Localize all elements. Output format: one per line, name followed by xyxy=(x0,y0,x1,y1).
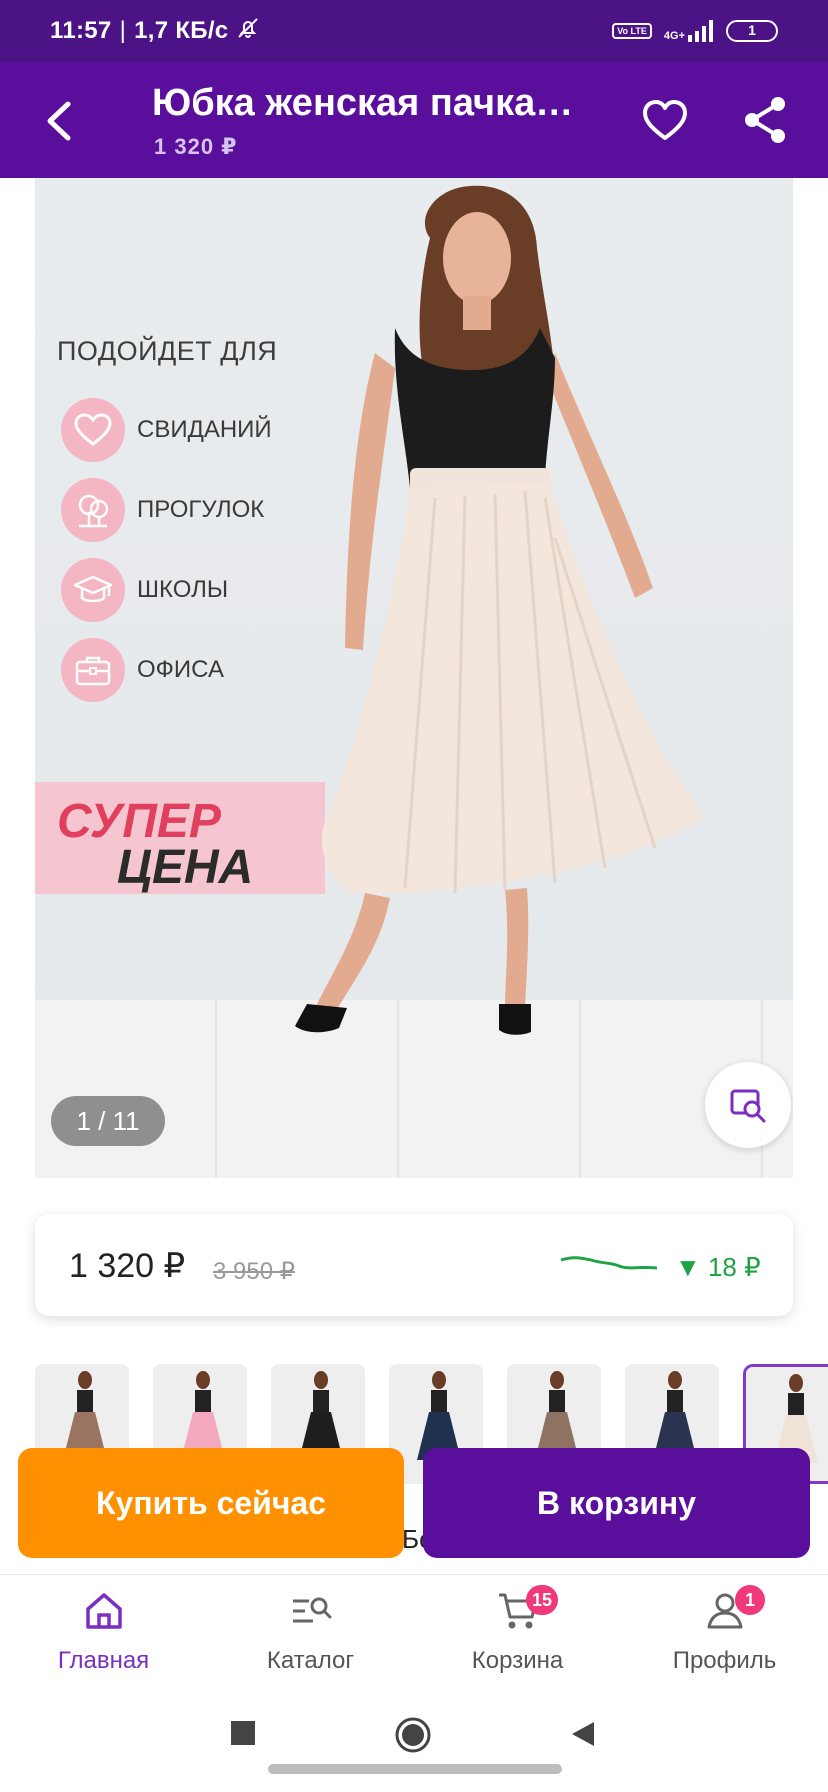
share-icon xyxy=(745,97,785,143)
battery-indicator: 1 xyxy=(726,20,778,42)
model-photo xyxy=(295,185,705,1035)
nav-item-home[interactable]: Главная xyxy=(0,1575,207,1693)
suitable-item-label: ШКОЛЫ xyxy=(137,576,229,603)
product-screen: 11:57 | 1,7 КБ/с Vo LTE 4G+ 1 Юбка женск… xyxy=(0,0,828,1792)
old-price: 3 950 ₽ xyxy=(213,1258,295,1285)
status-separator: | xyxy=(119,17,127,44)
network-type: 4G+ xyxy=(663,30,685,42)
promo-text-price: ЦЕНА xyxy=(117,841,254,894)
visual-search-button[interactable] xyxy=(705,1062,791,1148)
back-arrow-icon xyxy=(47,101,71,141)
back-system-button[interactable] xyxy=(570,1720,596,1753)
image-search-icon xyxy=(730,1089,766,1123)
header-price: 1 320 ₽ xyxy=(154,134,238,159)
add-to-cart-button[interactable]: В корзину xyxy=(423,1448,810,1558)
current-price: 1 320 ₽ xyxy=(69,1247,186,1285)
catalog-search-icon xyxy=(292,1597,331,1623)
suitable-item: ПРОГУЛОК xyxy=(61,478,264,542)
cart-badge: 15 xyxy=(526,1585,559,1615)
home-indicator xyxy=(268,1764,562,1774)
status-left: 11:57 | 1,7 КБ/с xyxy=(50,16,260,47)
suitable-item: СВИДАНИЙ xyxy=(61,398,272,462)
favorite-button[interactable] xyxy=(640,96,690,146)
nav-item-cart[interactable]: 15 Корзина xyxy=(414,1575,621,1693)
bell-off-icon xyxy=(236,16,260,47)
nav-item-profile[interactable]: 1 Профиль xyxy=(621,1575,828,1693)
page-title: Юбка женская пачка… xyxy=(152,82,574,124)
suitable-item-label: ОФИСА xyxy=(137,656,224,683)
price-trend-sparkline xyxy=(560,1256,658,1270)
profile-badge: 1 xyxy=(735,1585,765,1615)
heart-icon xyxy=(61,398,125,462)
triangle-back-icon xyxy=(572,1722,594,1746)
suitable-item-label: СВИДАНИЙ xyxy=(137,416,272,443)
signal-bars-icon xyxy=(688,20,713,42)
suitable-item-label: ПРОГУЛОК xyxy=(137,496,265,523)
suitable-item: ОФИСА xyxy=(61,638,224,702)
share-button[interactable] xyxy=(740,94,790,146)
image-counter: 1 / 11 xyxy=(51,1096,165,1146)
status-bar: 11:57 | 1,7 КБ/с Vo LTE 4G+ 1 xyxy=(0,0,828,62)
system-navigation-bar xyxy=(0,1692,828,1792)
back-button[interactable] xyxy=(38,96,82,146)
home-icon xyxy=(85,1593,122,1629)
bottom-navigation: Главная Каталог 15 Корзина 1 Профиль xyxy=(0,1574,828,1692)
nav-label: Корзина xyxy=(471,1647,564,1674)
signal-indicator: 4G+ xyxy=(664,20,714,42)
status-right: Vo LTE 4G+ 1 xyxy=(612,20,778,42)
status-time: 11:57 xyxy=(50,17,112,44)
nav-label: Каталог xyxy=(266,1647,355,1674)
heart-icon xyxy=(643,100,687,140)
square-icon xyxy=(231,1721,255,1745)
home-system-button[interactable] xyxy=(394,1716,432,1759)
volte-indicator: Vo LTE xyxy=(612,23,652,39)
recents-button[interactable] xyxy=(230,1720,256,1751)
status-speed: 1,7 КБ/с xyxy=(134,17,229,44)
nav-label: Главная xyxy=(57,1647,150,1674)
tree-icon xyxy=(61,478,125,542)
price-change: ▼ 18 ₽ xyxy=(675,1252,761,1282)
buy-now-button[interactable]: Купить сейчас xyxy=(18,1448,404,1558)
briefcase-icon xyxy=(61,638,125,702)
nav-label: Профиль xyxy=(672,1647,777,1674)
product-image-gallery[interactable]: ПОДОЙДЕТ ДЛЯ СВИДАНИЙ ПРОГУЛОК ШКОЛЫ ОФИ… xyxy=(35,178,793,1178)
nav-item-catalog[interactable]: Каталог xyxy=(207,1575,414,1693)
suitable-for-title: ПОДОЙДЕТ ДЛЯ xyxy=(57,336,278,366)
circle-icon xyxy=(395,1717,431,1753)
suitable-item: ШКОЛЫ xyxy=(61,558,228,622)
product-header: Юбка женская пачка… 1 320 ₽ xyxy=(0,62,828,178)
price-card[interactable]: 1 320 ₽ 3 950 ₽ ▼ 18 ₽ xyxy=(35,1214,793,1316)
graduation-cap-icon xyxy=(61,558,125,622)
